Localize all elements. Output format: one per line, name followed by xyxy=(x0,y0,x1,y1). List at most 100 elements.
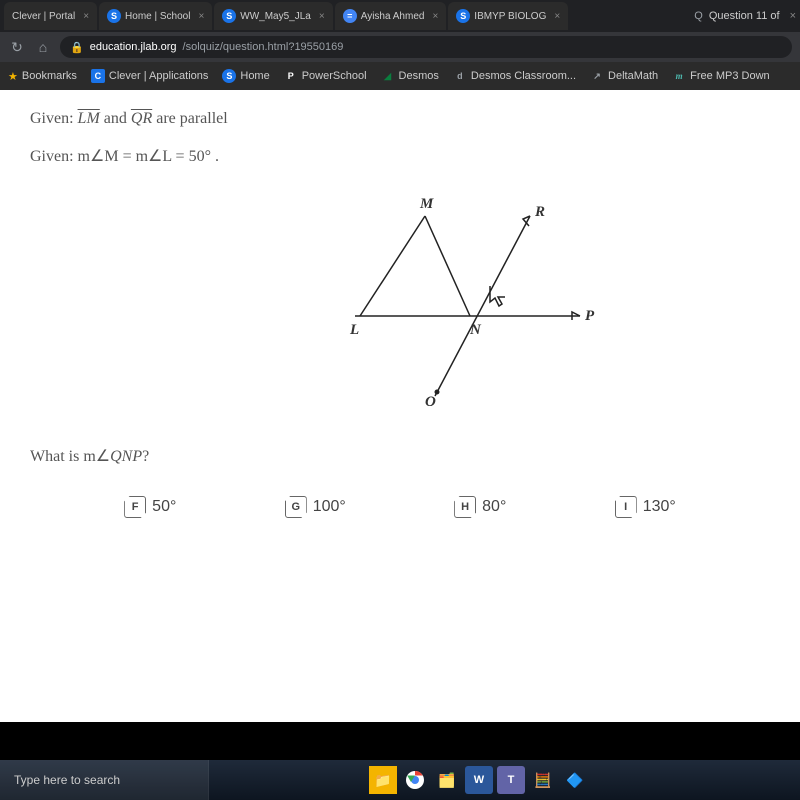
bookmark-bookmarks[interactable]: ★ Bookmarks xyxy=(8,70,77,83)
tab-home-school[interactable]: S Home | School × xyxy=(99,2,212,30)
bookmark-desmos[interactable]: ◢ Desmos xyxy=(381,69,439,83)
label-P: P xyxy=(585,308,595,324)
schoology-icon: S xyxy=(222,69,236,83)
url-host: education.jlab.org xyxy=(90,41,177,53)
bookmark-label: DeltaMath xyxy=(608,70,658,82)
tab-question[interactable]: Q Question 11 of × xyxy=(694,10,796,22)
text: . xyxy=(215,148,219,165)
choice-text: 80° xyxy=(482,498,506,516)
choice-letter: G xyxy=(285,496,307,518)
answer-F[interactable]: F 50° xyxy=(124,496,176,518)
label-Q: Q xyxy=(425,394,436,406)
answer-choices: F 50° G 100° H 80° I 130° xyxy=(30,496,770,518)
jlab-icon: Q xyxy=(694,10,703,22)
choice-letter: F xyxy=(124,496,146,518)
teams-icon[interactable]: T xyxy=(497,766,525,794)
lock-icon: 🔒 xyxy=(70,41,84,54)
bookmark-label: Bookmarks xyxy=(22,70,77,82)
tab-ibmyp[interactable]: S IBMYP BIOLOG × xyxy=(448,2,568,30)
tab-ayisha[interactable]: = Ayisha Ahmed × xyxy=(335,2,447,30)
bookmark-powerschool[interactable]: P PowerSchool xyxy=(284,69,367,83)
bookmark-label: PowerSchool xyxy=(302,70,367,82)
equation: m∠M = m∠L = 50° xyxy=(78,148,211,165)
home-icon[interactable]: ⌂ xyxy=(34,39,52,55)
taskbar-apps: 📁 🗂️ W T 🧮 🔷 xyxy=(369,766,589,794)
geometry-diagram: M R P N L Q xyxy=(320,186,600,406)
choice-text: 50° xyxy=(152,498,176,516)
close-icon[interactable]: × xyxy=(554,11,560,22)
bookmark-label: Free MP3 Down xyxy=(690,70,769,82)
schoology-icon: S xyxy=(107,9,121,23)
close-icon[interactable]: × xyxy=(83,11,89,22)
app-icon[interactable]: 🔷 xyxy=(561,766,589,794)
schoology-icon: S xyxy=(456,9,470,23)
bookmark-mp3[interactable]: m Free MP3 Down xyxy=(672,69,769,83)
text: Given: xyxy=(30,148,78,165)
text: Given: xyxy=(30,110,78,127)
desmos-classroom-icon: d xyxy=(453,69,467,83)
label-M: M xyxy=(419,196,434,212)
choice-letter: H xyxy=(454,496,476,518)
tab-clever[interactable]: Clever | Portal × xyxy=(4,2,97,30)
close-icon[interactable]: × xyxy=(198,11,204,22)
folder-icon: ★ xyxy=(8,70,18,83)
label-N: N xyxy=(469,322,482,338)
browser-chrome: Clever | Portal × S Home | School × S WW… xyxy=(0,0,800,90)
tab-label: Question 11 of xyxy=(709,10,780,22)
bookmark-label: Home xyxy=(240,70,269,82)
bookmarks-bar: ★ Bookmarks C Clever | Applications S Ho… xyxy=(0,62,800,90)
answer-I[interactable]: I 130° xyxy=(615,496,676,518)
close-icon[interactable]: × xyxy=(319,11,325,22)
bookmark-home[interactable]: S Home xyxy=(222,69,269,83)
doc-icon: = xyxy=(343,9,357,23)
label-R: R xyxy=(534,204,545,220)
powerschool-icon: P xyxy=(284,69,298,83)
desmos-icon: ◢ xyxy=(381,69,395,83)
tab-label: Clever | Portal xyxy=(12,11,75,22)
segment-LM: LM xyxy=(78,110,100,127)
given-line-1: Given: LM and QR are parallel xyxy=(30,110,770,128)
chrome-icon[interactable] xyxy=(401,766,429,794)
segment-QR: QR xyxy=(131,110,152,127)
bookmark-clever[interactable]: C Clever | Applications xyxy=(91,69,208,83)
calculator-icon[interactable]: 🧮 xyxy=(529,766,557,794)
given-line-2: Given: m∠M = m∠L = 50° . xyxy=(30,146,770,166)
close-icon[interactable]: × xyxy=(790,10,796,22)
tab-bar: Clever | Portal × S Home | School × S WW… xyxy=(0,0,800,32)
choice-text: 100° xyxy=(313,498,346,516)
clever-icon: C xyxy=(91,69,105,83)
url-input[interactable]: 🔒 education.jlab.org /solquiz/question.h… xyxy=(60,36,792,58)
taskbar-search[interactable]: Type here to search xyxy=(0,760,209,800)
choice-text: 130° xyxy=(643,498,676,516)
windows-taskbar: Type here to search 📁 🗂️ W T 🧮 🔷 xyxy=(0,760,800,800)
schoology-icon: S xyxy=(222,9,236,23)
black-strip xyxy=(0,722,800,760)
tab-ww-may5[interactable]: S WW_May5_JLa × xyxy=(214,2,332,30)
label-L: L xyxy=(349,322,359,338)
deltamath-icon: ↗ xyxy=(590,69,604,83)
folder-icon[interactable]: 🗂️ xyxy=(433,766,461,794)
address-bar: ↻ ⌂ 🔒 education.jlab.org /solquiz/questi… xyxy=(0,32,800,62)
tab-label: IBMYP BIOLOG xyxy=(474,11,546,22)
choice-letter: I xyxy=(615,496,637,518)
answer-H[interactable]: H 80° xyxy=(454,496,506,518)
bookmark-label: Desmos Classroom... xyxy=(471,70,576,82)
tab-label: Home | School xyxy=(125,11,190,22)
question-text: What is m∠QNP? xyxy=(30,446,770,466)
tab-label: WW_May5_JLa xyxy=(240,11,311,22)
bookmark-deltamath[interactable]: ↗ DeltaMath xyxy=(590,69,658,83)
bookmark-label: Clever | Applications xyxy=(109,70,208,82)
word-icon[interactable]: W xyxy=(465,766,493,794)
url-path: /solquiz/question.html?19550169 xyxy=(183,41,344,53)
bookmark-label: Desmos xyxy=(399,70,439,82)
page-content: Given: LM and QR are parallel Given: m∠M… xyxy=(0,90,800,722)
tab-label: Ayisha Ahmed xyxy=(361,11,425,22)
answer-G[interactable]: G 100° xyxy=(285,496,346,518)
close-icon[interactable]: × xyxy=(432,11,438,22)
reload-icon[interactable]: ↻ xyxy=(8,39,26,56)
text: are parallel xyxy=(156,110,228,127)
bookmark-desmos-classroom[interactable]: d Desmos Classroom... xyxy=(453,69,576,83)
text: and xyxy=(104,110,131,127)
file-explorer-icon[interactable]: 📁 xyxy=(369,766,397,794)
mp3-icon: m xyxy=(672,69,686,83)
